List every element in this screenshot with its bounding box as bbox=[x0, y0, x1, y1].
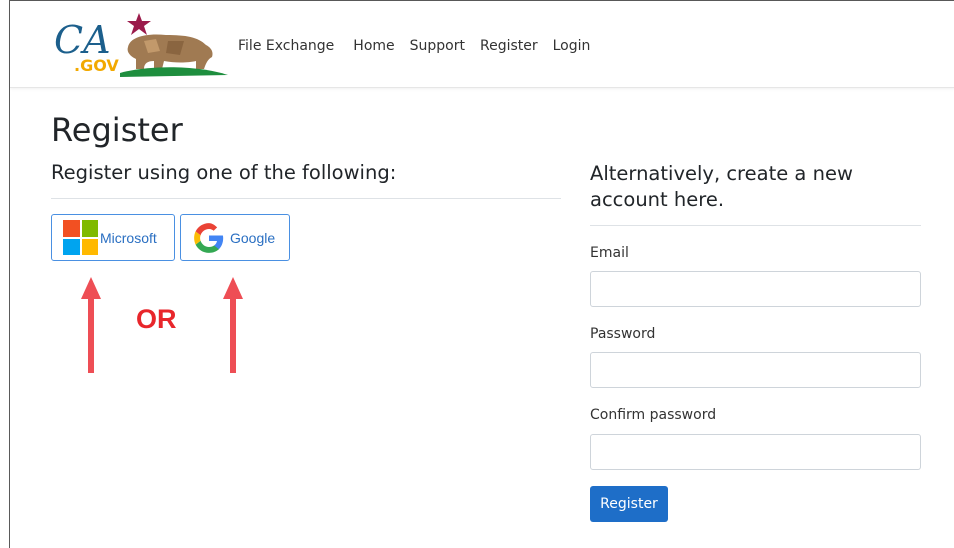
nav-links: File Exchange Home Support Register Logi… bbox=[238, 38, 605, 54]
confirm-password-label: Confirm password bbox=[590, 407, 717, 423]
password-input[interactable] bbox=[590, 352, 921, 388]
google-login-button[interactable]: Google bbox=[180, 214, 290, 261]
navbar: CA .GOV File Exchange Home Support Regis… bbox=[10, 1, 954, 88]
red-arrow-icon bbox=[81, 277, 101, 373]
nav-link-support[interactable]: Support bbox=[410, 38, 465, 54]
microsoft-logo-icon bbox=[63, 220, 98, 255]
nav-brand-file-exchange[interactable]: File Exchange bbox=[238, 38, 334, 54]
register-submit-button[interactable]: Register bbox=[590, 486, 668, 522]
microsoft-login-button[interactable]: Microsoft bbox=[51, 214, 175, 261]
or-annotation: OR bbox=[136, 304, 177, 334]
email-input[interactable] bbox=[590, 271, 921, 307]
star-icon bbox=[127, 13, 151, 35]
external-login-heading: Register using one of the following: bbox=[51, 161, 397, 184]
confirm-password-input[interactable] bbox=[590, 434, 921, 470]
email-label: Email bbox=[590, 245, 629, 261]
page-title: Register bbox=[51, 111, 183, 149]
nav-link-register[interactable]: Register bbox=[480, 38, 538, 54]
divider-left bbox=[51, 198, 561, 199]
microsoft-login-label: Microsoft bbox=[100, 229, 157, 246]
logo-gov-text: .GOV bbox=[74, 56, 119, 75]
google-logo-icon bbox=[194, 222, 224, 253]
local-account-heading: Alternatively, create a new account here… bbox=[590, 162, 853, 211]
browser-frame: CA .GOV File Exchange Home Support Regis… bbox=[9, 0, 954, 548]
ca-gov-logo[interactable]: CA .GOV bbox=[48, 11, 228, 79]
red-arrow-icon bbox=[223, 277, 243, 373]
google-login-label: Google bbox=[230, 229, 276, 246]
nav-link-home[interactable]: Home bbox=[353, 38, 394, 54]
password-label: Password bbox=[590, 326, 656, 342]
divider-right bbox=[590, 225, 921, 226]
nav-link-login[interactable]: Login bbox=[553, 38, 591, 54]
